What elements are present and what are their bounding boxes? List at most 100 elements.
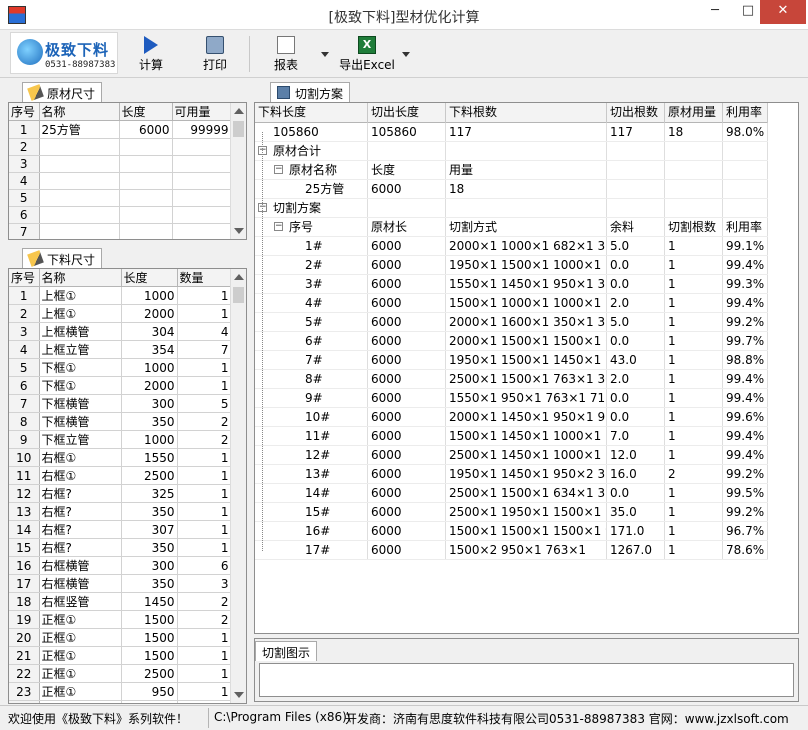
table-row[interactable]: 5 下框① 1000 1	[9, 358, 232, 377]
row-number[interactable]: 6	[9, 376, 40, 395]
cell-name[interactable]: 右框?	[39, 502, 122, 521]
cell-length[interactable]: 1450	[121, 592, 178, 611]
col-header-available[interactable]: 可用量	[172, 103, 232, 121]
col-header-length[interactable]: 长度	[121, 269, 178, 287]
row-number[interactable]: 18	[9, 592, 40, 611]
cell-name[interactable]: 上框横管	[39, 322, 122, 341]
cell-name[interactable]: 右框横管	[39, 556, 122, 575]
row-number[interactable]: 21	[9, 646, 40, 665]
cell-length[interactable]: 950	[121, 682, 178, 701]
cell-length[interactable]	[119, 138, 173, 156]
cell-available[interactable]	[172, 138, 232, 156]
cell-length[interactable]: 307	[121, 520, 178, 539]
cell-length[interactable]	[119, 223, 173, 239]
row-number[interactable]: 6	[9, 206, 40, 224]
cell-available[interactable]	[172, 223, 232, 239]
cell-length[interactable]: 2500	[121, 466, 178, 485]
table-row[interactable]: 7 下框横管 300 5	[9, 394, 232, 413]
row-number[interactable]: 4	[9, 172, 40, 190]
cell-length[interactable]: 350	[121, 574, 178, 593]
raw-grid-scrollbar[interactable]	[230, 103, 246, 239]
raw-total-node[interactable]: − 原材合计	[255, 142, 768, 161]
row-number[interactable]: 8	[9, 412, 40, 431]
scroll-up-arrow[interactable]	[234, 108, 244, 114]
plan-item-row[interactable]: 2# 6000 1950×1 1500×1 1000×1 341×1 30.0 1 99…	[255, 256, 768, 275]
row-number[interactable]: 11	[9, 466, 40, 485]
export-excel-button[interactable]: X 导出Excel	[336, 34, 398, 74]
col-header-raw-used[interactable]: 原材用量	[665, 103, 723, 123]
col-header-rate[interactable]: 利用率	[723, 103, 768, 123]
scroll-up-arrow[interactable]	[234, 274, 244, 280]
cell-length[interactable]: 2000	[121, 376, 178, 395]
pieces-grid[interactable]: 序号 名称 长度 数量 1 上框① 1000 1 2 上框① 2000 1 3 上框横管 304 4 4…	[8, 268, 247, 704]
cell-length[interactable]: 350	[121, 412, 178, 431]
table-row[interactable]: 20 正框① 1500 1	[9, 628, 232, 647]
plan-item-row[interactable]: 11# 6000 1500×1 1450×1 1000×1 1000×17.0 1 99…	[255, 427, 768, 446]
plan-item-row[interactable]: 14# 6000 2500×1 1500×1 634×1 354×2 320.0 1 9…	[255, 484, 768, 503]
cell-qty[interactable]: 1	[177, 682, 232, 701]
col-header-out-count[interactable]: 切出根数	[607, 103, 665, 123]
table-row[interactable]: 12 右框? 325 1	[9, 484, 232, 503]
table-row[interactable]: 5	[9, 189, 232, 207]
cell-qty[interactable]: 3	[177, 574, 232, 593]
plan-item-row[interactable]: 13# 6000 1950×1 1450×1 950×2 354×1 3016.0 2…	[255, 465, 768, 484]
cell-length[interactable]: 354	[121, 340, 178, 359]
cell-name[interactable]	[39, 206, 120, 224]
cell-length[interactable]: 6000	[119, 120, 173, 139]
row-number[interactable]: 5	[9, 189, 40, 207]
col-header-qty[interactable]: 数量	[177, 269, 232, 287]
cell-qty[interactable]: 1	[177, 358, 232, 377]
plan-item-row[interactable]: 12# 6000 2500×1 1450×1 1000×1 713×1 312.0 1…	[255, 446, 768, 465]
row-number[interactable]: 9	[9, 430, 40, 449]
cell-name[interactable]: 右框①	[39, 466, 122, 485]
row-number[interactable]: 1	[9, 120, 40, 139]
collapse-toggle-icon[interactable]: −	[274, 222, 283, 231]
row-number[interactable]: 3	[9, 155, 40, 173]
table-row[interactable]: 1 25方管 6000 99999	[9, 120, 232, 139]
plan-item-row[interactable]: 9# 6000 1550×1 950×1 763×1 713×1 7130.0 1 99…	[255, 389, 768, 408]
plan-item-row[interactable]: 1# 6000 2000×1 1000×1 682×1 350×1 355.0 1 99…	[255, 237, 768, 256]
table-row[interactable]: 21 正框① 1500 1	[9, 646, 232, 665]
cell-qty[interactable]: 1	[177, 448, 232, 467]
cell-qty[interactable]: 1	[177, 628, 232, 647]
col-header-length[interactable]: 长度	[119, 103, 173, 121]
cell-qty[interactable]: 6	[177, 556, 232, 575]
cell-qty[interactable]: 2	[177, 412, 232, 431]
cell-name[interactable]	[39, 189, 120, 207]
tab-raw-material[interactable]: 原材尺寸	[22, 82, 103, 102]
print-button[interactable]: 打印	[192, 34, 238, 74]
table-row[interactable]: 15 右框? 350 1	[9, 538, 232, 557]
cell-length[interactable]: 300	[121, 394, 178, 413]
table-row[interactable]: 17 右框横管 350 3	[9, 574, 232, 593]
cell-available[interactable]	[172, 189, 232, 207]
table-row[interactable]: 10 右框① 1550 1	[9, 448, 232, 467]
cell-qty[interactable]: 1	[177, 466, 232, 485]
cell-qty[interactable]: 1	[177, 304, 232, 323]
table-row[interactable]: 3 上框横管 304 4	[9, 322, 232, 341]
cell-name[interactable]: 下框横管	[39, 394, 122, 413]
col-header-name[interactable]: 名称	[39, 103, 120, 121]
plan-item-row[interactable]: 15# 6000 2500×1 1950×1 1500×1 35.0 1 99.2%	[255, 503, 768, 522]
cell-length[interactable]: 304	[121, 322, 178, 341]
cell-qty[interactable]: 2	[177, 430, 232, 449]
export-dropdown-arrow[interactable]	[402, 52, 410, 57]
table-row[interactable]: 23 正框① 950 1	[9, 682, 232, 701]
table-row[interactable]: 18 右框竖管 1450 2	[9, 592, 232, 611]
row-number[interactable]: 16	[9, 556, 40, 575]
cell-length[interactable]: 1500	[121, 646, 178, 665]
cell-length[interactable]: 1500	[121, 628, 178, 647]
table-row[interactable]: 4	[9, 172, 232, 190]
cell-qty[interactable]: 1	[177, 700, 232, 703]
maximize-button[interactable]: □	[733, 0, 763, 24]
row-number[interactable]: 2	[9, 138, 40, 156]
cell-qty[interactable]: 1	[177, 376, 232, 395]
cell-name[interactable]: 下框①	[39, 376, 122, 395]
cell-name[interactable]	[39, 155, 120, 173]
cell-length[interactable]: 1550	[121, 448, 178, 467]
cell-length[interactable]: 350	[121, 538, 178, 557]
close-button[interactable]: ✕	[760, 0, 806, 24]
table-row[interactable]: 24正框①9501	[9, 700, 232, 703]
cell-length[interactable]: 300	[121, 556, 178, 575]
raw-material-grid[interactable]: 序号 名称 长度 可用量 1 25方管 6000 99999 2 3 4 5 6 7	[8, 102, 247, 240]
row-number[interactable]: 7	[9, 394, 40, 413]
